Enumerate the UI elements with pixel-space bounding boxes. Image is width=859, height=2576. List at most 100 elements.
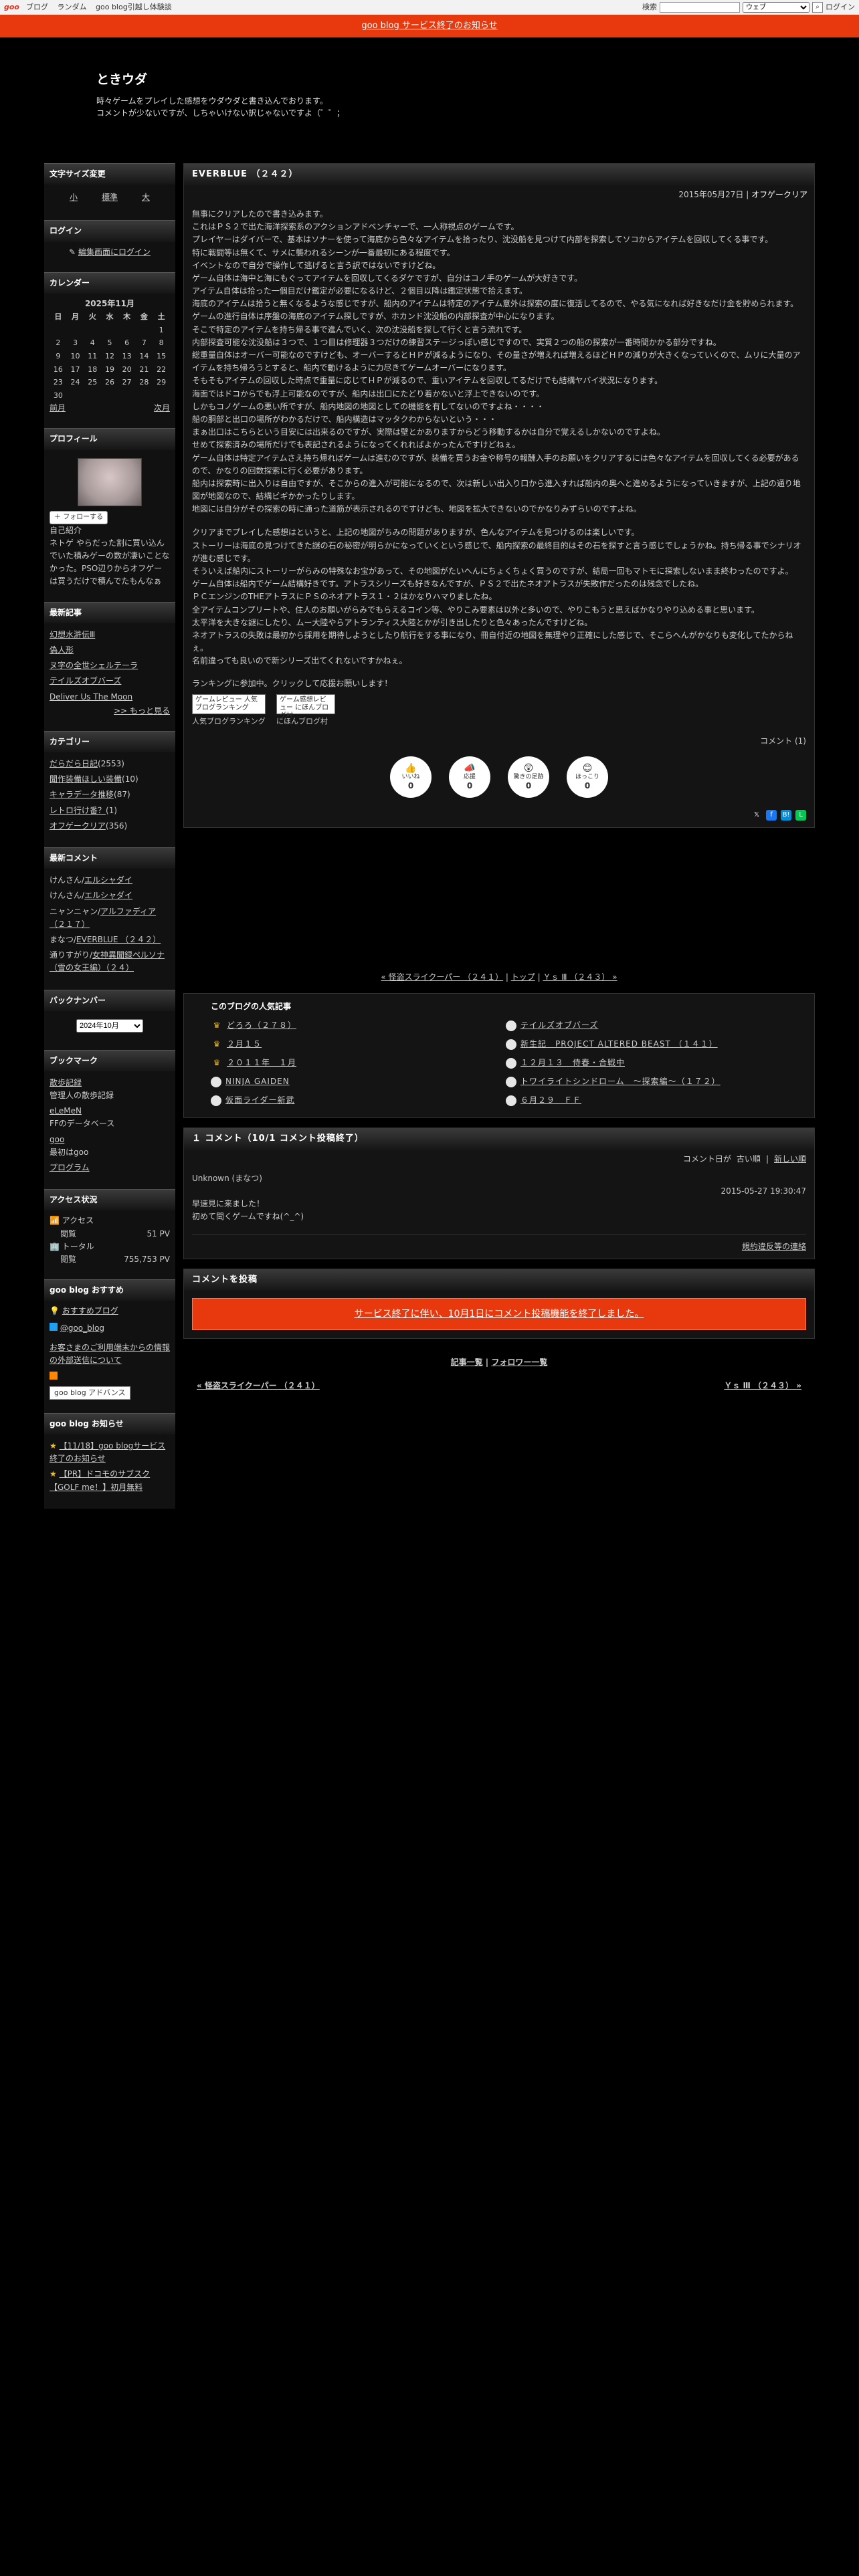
reaction-like-button[interactable]: 👍 いいね 0 bbox=[390, 756, 432, 798]
category-link[interactable]: 聞作装備ほしい装備 bbox=[50, 774, 122, 784]
service-notice-link[interactable]: goo blog サービス終了のお知らせ bbox=[361, 21, 497, 31]
category-title: カテゴリー bbox=[44, 730, 175, 753]
footer-prev-link[interactable]: « 怪盗スライクーパー （２４１） bbox=[197, 1380, 320, 1392]
popular-link[interactable]: テイルズオブバーズ bbox=[520, 1019, 598, 1032]
cal-date bbox=[67, 324, 84, 337]
recent-link[interactable]: 偽人形 bbox=[50, 645, 74, 655]
article-list-link[interactable]: 記事一覧 bbox=[451, 1358, 483, 1367]
recent-link[interactable]: Deliver Us The Moon bbox=[50, 692, 132, 702]
search-input[interactable] bbox=[660, 2, 740, 13]
popular-link[interactable]: どろろ（２７８） bbox=[227, 1019, 296, 1032]
hatena-icon[interactable]: B! bbox=[781, 809, 791, 821]
dot-icon bbox=[506, 1057, 516, 1069]
fontsize-small-button[interactable]: 小 bbox=[70, 191, 78, 204]
advance-banner[interactable]: goo blog アドバンス bbox=[50, 1386, 170, 1400]
bookmark-link[interactable]: goo bbox=[50, 1135, 64, 1144]
popular-link[interactable]: 新生記 PROJECT ALTERED BEAST （１４１） bbox=[520, 1038, 718, 1051]
search-icon[interactable]: ⌕ bbox=[812, 2, 823, 13]
article-title[interactable]: EVERBLUE （２４２） bbox=[184, 164, 814, 186]
ranking-text: ランキングに参加中。クリックして応援お願いします！ bbox=[192, 678, 393, 688]
top-link-moving[interactable]: goo blog引越し体験談 bbox=[96, 3, 172, 11]
popular-link[interactable]: ６月２９ ＦＦ bbox=[520, 1094, 581, 1107]
cal-date: 6 bbox=[124, 338, 130, 348]
category-link[interactable]: キャラデータ推移 bbox=[50, 790, 114, 799]
reaction-warm-button[interactable]: 😊 ほっこり 0 bbox=[567, 756, 608, 798]
order-old-link[interactable]: 古い順 bbox=[737, 1153, 761, 1166]
cal-date: 28 bbox=[139, 378, 149, 387]
popular-link[interactable]: ２月１５ bbox=[227, 1038, 262, 1051]
popular-link[interactable]: １２月１３ 侍春・合戦中 bbox=[520, 1057, 625, 1069]
line-icon[interactable]: L bbox=[795, 809, 806, 821]
comment-closed-notice[interactable]: サービス終了に伴い、10月1日にコメント投稿機能を終了しました。 bbox=[192, 1297, 806, 1330]
profile-avatar[interactable] bbox=[78, 457, 142, 506]
footer-next-link[interactable]: Ｙｓ Ⅲ （２４３） » bbox=[724, 1380, 801, 1392]
cal-date: 8 bbox=[159, 338, 164, 348]
news-link[interactable]: 【11/18】goo blogサービス終了のお知らせ bbox=[50, 1441, 165, 1463]
reaction-surprise-button[interactable]: 😲 驚きの足跡 0 bbox=[508, 756, 549, 798]
goo-logo[interactable]: goo bbox=[4, 1, 19, 13]
cal-date: 21 bbox=[139, 364, 149, 374]
calendar-prev-link[interactable]: 前月 bbox=[50, 402, 66, 415]
category-count: (2553) bbox=[98, 759, 124, 769]
access-row: 📶 アクセス bbox=[50, 1214, 170, 1227]
cal-date: 11 bbox=[88, 351, 98, 360]
popular-link[interactable]: ２０１１年 １月 bbox=[227, 1057, 296, 1069]
article-paragraph: そこで特定のアイテムを持ち帰る事で進んでいく、次の沈没船を探して行くと言う流れで… bbox=[192, 324, 527, 334]
comment-link[interactable]: EVERBLUE （２４２） bbox=[76, 935, 161, 944]
comments-section: １ コメント（10/1 コメント投稿終了） コメント日が 古い順 | 新しい順 … bbox=[183, 1127, 815, 1259]
prev-article-link[interactable]: « 怪盗スライクーパー （２４１） bbox=[381, 972, 503, 982]
fontsize-medium-button[interactable]: 標準 bbox=[102, 191, 118, 204]
comment-count-link[interactable]: コメント (1) bbox=[184, 732, 814, 750]
bookmark-link[interactable]: 散歩記録 bbox=[50, 1078, 82, 1087]
ranking-button-blogmura[interactable]: ゲーム感想レビュー にほんブログ村 にほんブログ村 bbox=[276, 693, 335, 728]
recent-link[interactable]: ヌ字の全世シェルテーラ bbox=[50, 661, 138, 670]
data-transfer-note-link[interactable]: お客さまのご利用端末からの情報の外部送信について bbox=[50, 1341, 170, 1367]
next-article-link[interactable]: Ｙｓ Ⅲ （２４３） » bbox=[543, 972, 617, 982]
recent-link[interactable]: 幻想水滸伝Ⅲ bbox=[50, 630, 95, 639]
recent-link[interactable]: テイルズオブバーズ bbox=[50, 676, 121, 685]
latest-comment-item: まなつ/EVERBLUE （２４２） bbox=[50, 932, 170, 948]
reaction-count: 0 bbox=[407, 781, 414, 791]
edit-login-link[interactable]: 編集画面にログイン bbox=[78, 247, 151, 257]
report-link[interactable]: 規約違反等の連絡 bbox=[184, 1235, 814, 1259]
bookmark-link[interactable]: eLeMeN bbox=[50, 1106, 82, 1115]
recent-more-link[interactable]: >> もっと見る bbox=[50, 705, 170, 718]
comment-link[interactable]: エルシャダイ bbox=[84, 875, 132, 885]
news-link[interactable]: 【PR】ドコモのサブスク【GOLF me！】初月無料 bbox=[50, 1469, 150, 1491]
popular-link[interactable]: 仮面ライダー新武 bbox=[225, 1094, 295, 1107]
cal-date: 2 bbox=[56, 338, 61, 348]
fontsize-large-button[interactable]: 大 bbox=[142, 191, 150, 204]
x-icon[interactable]: 𝕏 bbox=[751, 810, 762, 821]
reaction-label: ほっこり bbox=[575, 774, 599, 781]
cal-date: 15 bbox=[157, 351, 167, 360]
bookmark-item: eLeMeN FFのデータベース bbox=[50, 1103, 170, 1132]
follower-list-link[interactable]: フォロワー一覧 bbox=[491, 1358, 547, 1367]
popular-link[interactable]: NINJA GAIDEN bbox=[225, 1075, 290, 1088]
facebook-icon[interactable]: f bbox=[766, 809, 777, 821]
category-link[interactable]: オフゲークリア bbox=[50, 821, 106, 831]
rss-icon[interactable] bbox=[50, 1371, 170, 1384]
category-link[interactable]: だらだら日記 bbox=[50, 759, 98, 768]
popular-link[interactable]: トワイライトシンドローム ～探索編～（１７２） bbox=[520, 1075, 721, 1088]
blog-title[interactable]: ときウダ bbox=[96, 70, 147, 90]
top-link-random[interactable]: ランダム bbox=[58, 3, 87, 11]
calendar-next-link[interactable]: 次月 bbox=[154, 402, 170, 415]
bookmark-link[interactable]: プログラム bbox=[50, 1163, 90, 1172]
article-category-link[interactable]: オフゲークリア bbox=[751, 190, 807, 199]
follow-button[interactable]: ＋ フォローする bbox=[50, 510, 108, 524]
reaction-cheer-button[interactable]: 📣 応援 0 bbox=[449, 756, 490, 798]
top-link[interactable]: トップ bbox=[511, 972, 535, 982]
search-scope-select[interactable]: ウェブ bbox=[743, 2, 809, 13]
login-link[interactable]: ログイン bbox=[826, 1, 855, 13]
order-new-link[interactable]: 新しい順 bbox=[774, 1153, 806, 1166]
archive-select[interactable]: 2024年10月 bbox=[76, 1018, 143, 1033]
comment-link[interactable]: エルシャダイ bbox=[84, 891, 132, 900]
recommend-row: 💡 おすすめブログ bbox=[50, 1305, 170, 1317]
twitter-link[interactable]: @goo_blog bbox=[60, 1323, 104, 1333]
comment-date: 2015-05-27 19:30:47 bbox=[721, 1186, 806, 1196]
ranking-button-blogranking[interactable]: ゲームレビュー 人気ブログランキング 人気ブログランキング bbox=[192, 693, 266, 728]
recommend-link[interactable]: おすすめブログ bbox=[62, 1306, 118, 1315]
top-link-blog[interactable]: ブログ bbox=[26, 3, 48, 11]
cal-date: 12 bbox=[104, 351, 114, 360]
category-link[interactable]: レトロ行け番？ bbox=[50, 806, 106, 815]
